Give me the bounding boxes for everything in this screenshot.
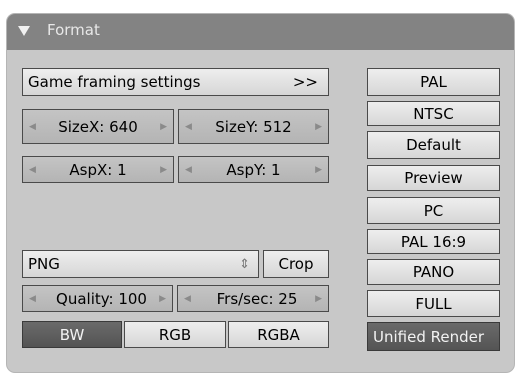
asp-y-value: AspY: 1	[226, 160, 281, 179]
image-format-value: PNG	[28, 255, 60, 273]
preset-preview-button[interactable]: Preview	[367, 165, 500, 191]
color-mode-label: RGBA	[257, 325, 300, 344]
preset-label: PANO	[412, 263, 455, 281]
preset-label: Default	[406, 136, 461, 154]
increment-arrow-icon[interactable]: ▶	[315, 122, 322, 132]
preset-ntsc-button[interactable]: NTSC	[367, 101, 500, 126]
color-mode-rgba-button[interactable]: RGBA	[228, 321, 329, 348]
decrement-arrow-icon[interactable]: ◀	[29, 165, 36, 175]
asp-x-field[interactable]: ◀ AspX: 1 ▶	[22, 156, 174, 183]
asp-y-field[interactable]: ◀ AspY: 1 ▶	[178, 156, 329, 183]
decrement-arrow-icon[interactable]: ◀	[29, 122, 36, 132]
increment-arrow-icon[interactable]: ▶	[315, 165, 322, 175]
preset-pc-button[interactable]: PC	[367, 197, 500, 224]
panel-title: Format	[47, 21, 100, 39]
preset-pano-button[interactable]: PANO	[367, 259, 500, 285]
increment-arrow-icon[interactable]: ▶	[160, 122, 167, 132]
image-format-dropdown[interactable]: PNG ⇕	[22, 250, 259, 278]
decrement-arrow-icon[interactable]: ◀	[185, 165, 192, 175]
fps-field[interactable]: ◀ Frs/sec: 25 ▶	[177, 285, 329, 312]
preset-unified-render-button[interactable]: Unified Render	[367, 322, 500, 351]
updown-arrow-icon: ⇕	[239, 256, 250, 272]
preset-label: Preview	[404, 169, 463, 187]
preset-full-button[interactable]: FULL	[367, 290, 500, 317]
preset-pal-button[interactable]: PAL	[367, 68, 500, 96]
quality-value: Quality: 100	[56, 289, 147, 308]
decrement-arrow-icon[interactable]: ◀	[185, 122, 192, 132]
increment-arrow-icon[interactable]: ▶	[315, 294, 322, 304]
crop-button[interactable]: Crop	[263, 250, 329, 278]
preset-label: FULL	[415, 294, 452, 313]
decrement-arrow-icon[interactable]: ◀	[29, 294, 36, 304]
quality-field[interactable]: ◀ Quality: 100 ▶	[22, 285, 173, 312]
color-mode-label: RGB	[158, 325, 192, 344]
size-y-value: SizeY: 512	[215, 117, 292, 136]
increment-arrow-icon[interactable]: ▶	[160, 165, 167, 175]
decrement-arrow-icon[interactable]: ◀	[184, 294, 191, 304]
asp-x-value: AspX: 1	[69, 160, 127, 179]
increment-arrow-icon[interactable]: ▶	[159, 294, 166, 304]
fps-value: Frs/sec: 25	[216, 289, 298, 308]
size-x-field[interactable]: ◀ SizeX: 640 ▶	[22, 109, 174, 144]
preset-label: PC	[423, 201, 444, 220]
preset-pal169-button[interactable]: PAL 16:9	[367, 229, 500, 254]
collapse-triangle-icon[interactable]	[18, 26, 30, 36]
panel-header[interactable]: Format	[7, 14, 514, 50]
crop-label: Crop	[278, 255, 314, 273]
size-x-value: SizeX: 640	[58, 117, 138, 136]
preset-label: Unified Render	[373, 327, 485, 346]
preset-label: NTSC	[413, 104, 454, 123]
format-panel: Format Game framing settings >> ◀ SizeX:…	[7, 14, 514, 372]
color-mode-label: BW	[59, 325, 85, 344]
game-framing-button[interactable]: Game framing settings >>	[22, 68, 329, 96]
color-mode-rgb-button[interactable]: RGB	[124, 321, 226, 348]
game-framing-label: Game framing settings	[28, 73, 201, 91]
preset-default-button[interactable]: Default	[367, 131, 500, 159]
preset-label: PAL 16:9	[400, 232, 467, 251]
preset-label: PAL	[420, 73, 447, 91]
size-y-field[interactable]: ◀ SizeY: 512 ▶	[178, 109, 329, 144]
color-mode-bw-button[interactable]: BW	[22, 321, 122, 348]
expand-arrow-icon: >>	[292, 73, 318, 91]
